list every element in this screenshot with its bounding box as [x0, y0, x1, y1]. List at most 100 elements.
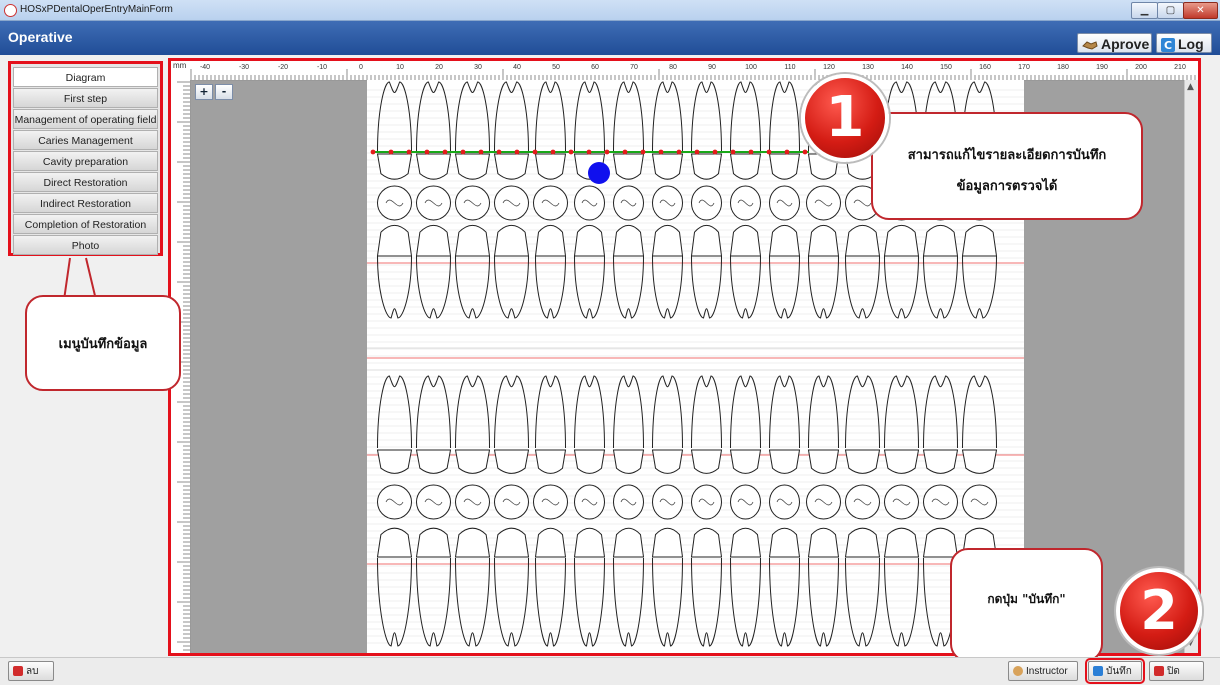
zoom-in-button[interactable]: +: [195, 84, 213, 100]
tooth[interactable]: [534, 224, 567, 257]
close-button[interactable]: ปิด: [1149, 661, 1204, 681]
tooth[interactable]: [613, 185, 644, 221]
tooth[interactable]: [691, 185, 722, 221]
tooth[interactable]: [807, 527, 840, 558]
tooth[interactable]: [574, 557, 605, 647]
tooth[interactable]: [612, 527, 645, 558]
tooth[interactable]: [962, 484, 997, 520]
tooth[interactable]: [769, 557, 800, 647]
tooth[interactable]: [729, 224, 762, 257]
sidebar-item-photo[interactable]: Photo: [13, 235, 158, 255]
tooth[interactable]: [493, 449, 530, 474]
tooth[interactable]: [691, 484, 722, 520]
tooth[interactable]: [573, 224, 606, 257]
tooth[interactable]: [494, 557, 529, 647]
tooth[interactable]: [768, 527, 801, 558]
maximize-button[interactable]: ▢: [1157, 2, 1184, 19]
tooth[interactable]: [574, 484, 605, 520]
tooth[interactable]: [533, 484, 568, 520]
tooth[interactable]: [844, 224, 881, 257]
tooth[interactable]: [690, 153, 723, 180]
minimize-button[interactable]: ▁: [1131, 2, 1158, 19]
tooth[interactable]: [493, 527, 530, 558]
tooth[interactable]: [613, 81, 644, 153]
tooth[interactable]: [416, 81, 451, 153]
tooth[interactable]: [455, 484, 490, 520]
tooth[interactable]: [651, 224, 684, 257]
sidebar-item-direct-restoration[interactable]: Direct Restoration: [13, 172, 158, 192]
delete-button[interactable]: ลบ: [8, 661, 54, 681]
tooth[interactable]: [884, 484, 919, 520]
window-close-button[interactable]: ✕: [1183, 2, 1218, 19]
tooth[interactable]: [377, 484, 412, 520]
tooth[interactable]: [883, 224, 920, 257]
tooth[interactable]: [730, 484, 761, 520]
sidebar-item-management-of-operating-field[interactable]: Management of operating field: [13, 109, 158, 129]
tooth[interactable]: [845, 557, 880, 647]
tooth[interactable]: [455, 81, 490, 153]
tooth[interactable]: [377, 557, 412, 647]
zoom-out-button[interactable]: -: [215, 84, 233, 100]
tooth[interactable]: [884, 557, 919, 647]
tooth[interactable]: [376, 527, 413, 558]
tooth[interactable]: [652, 557, 683, 647]
tooth[interactable]: [574, 185, 605, 221]
tooth[interactable]: [806, 185, 841, 221]
tooth[interactable]: [377, 81, 412, 153]
tooth[interactable]: [455, 557, 490, 647]
aprove-button[interactable]: Aprove: [1077, 33, 1152, 53]
sidebar-item-first-step[interactable]: First step: [13, 88, 158, 108]
tooth[interactable]: [416, 484, 451, 520]
tooth[interactable]: [494, 81, 529, 153]
tooth[interactable]: [807, 449, 840, 474]
selected-marker[interactable]: [588, 162, 610, 184]
tooth[interactable]: [415, 527, 452, 558]
tooth[interactable]: [768, 449, 801, 474]
tooth[interactable]: [494, 484, 529, 520]
tooth[interactable]: [883, 449, 920, 474]
log-button[interactable]: C Log: [1156, 33, 1212, 53]
tooth[interactable]: [493, 153, 530, 180]
tooth[interactable]: [455, 185, 490, 221]
tooth[interactable]: [573, 449, 606, 474]
tooth[interactable]: [415, 449, 452, 474]
tooth[interactable]: [651, 153, 684, 180]
tooth[interactable]: [612, 449, 645, 474]
tooth[interactable]: [535, 81, 566, 153]
tooth[interactable]: [806, 484, 841, 520]
tooth[interactable]: [729, 449, 762, 474]
tooth[interactable]: [454, 527, 491, 558]
tooth[interactable]: [493, 224, 530, 257]
scroll-up-icon[interactable]: ▲: [1187, 82, 1194, 92]
tooth[interactable]: [729, 153, 762, 180]
sidebar-item-cavity-preparation[interactable]: Cavity preparation: [13, 151, 158, 171]
tooth[interactable]: [923, 484, 958, 520]
tooth[interactable]: [691, 81, 722, 153]
sidebar-item-completion-of-restoration[interactable]: Completion of Restoration: [13, 214, 158, 234]
tooth[interactable]: [376, 153, 413, 180]
tooth[interactable]: [808, 557, 839, 647]
tooth[interactable]: [730, 185, 761, 221]
tooth[interactable]: [690, 449, 723, 474]
tooth[interactable]: [454, 153, 491, 180]
sidebar-item-indirect-restoration[interactable]: Indirect Restoration: [13, 193, 158, 213]
tooth[interactable]: [922, 224, 959, 257]
tooth[interactable]: [416, 185, 451, 221]
tooth[interactable]: [573, 527, 606, 558]
tooth[interactable]: [883, 527, 920, 558]
vertical-scrollbar[interactable]: ▲ ▼: [1184, 80, 1198, 653]
tooth[interactable]: [807, 224, 840, 257]
tooth[interactable]: [651, 449, 684, 474]
instructor-button[interactable]: Instructor: [1008, 661, 1078, 681]
tooth[interactable]: [922, 527, 959, 558]
tooth[interactable]: [769, 81, 800, 153]
tooth[interactable]: [534, 449, 567, 474]
tooth[interactable]: [652, 185, 683, 221]
tooth[interactable]: [534, 527, 567, 558]
tooth[interactable]: [613, 484, 644, 520]
tooth[interactable]: [454, 449, 491, 474]
sidebar-item-diagram[interactable]: Diagram: [13, 67, 158, 87]
tooth[interactable]: [612, 224, 645, 257]
tooth[interactable]: [730, 81, 761, 153]
tooth[interactable]: [961, 449, 998, 474]
